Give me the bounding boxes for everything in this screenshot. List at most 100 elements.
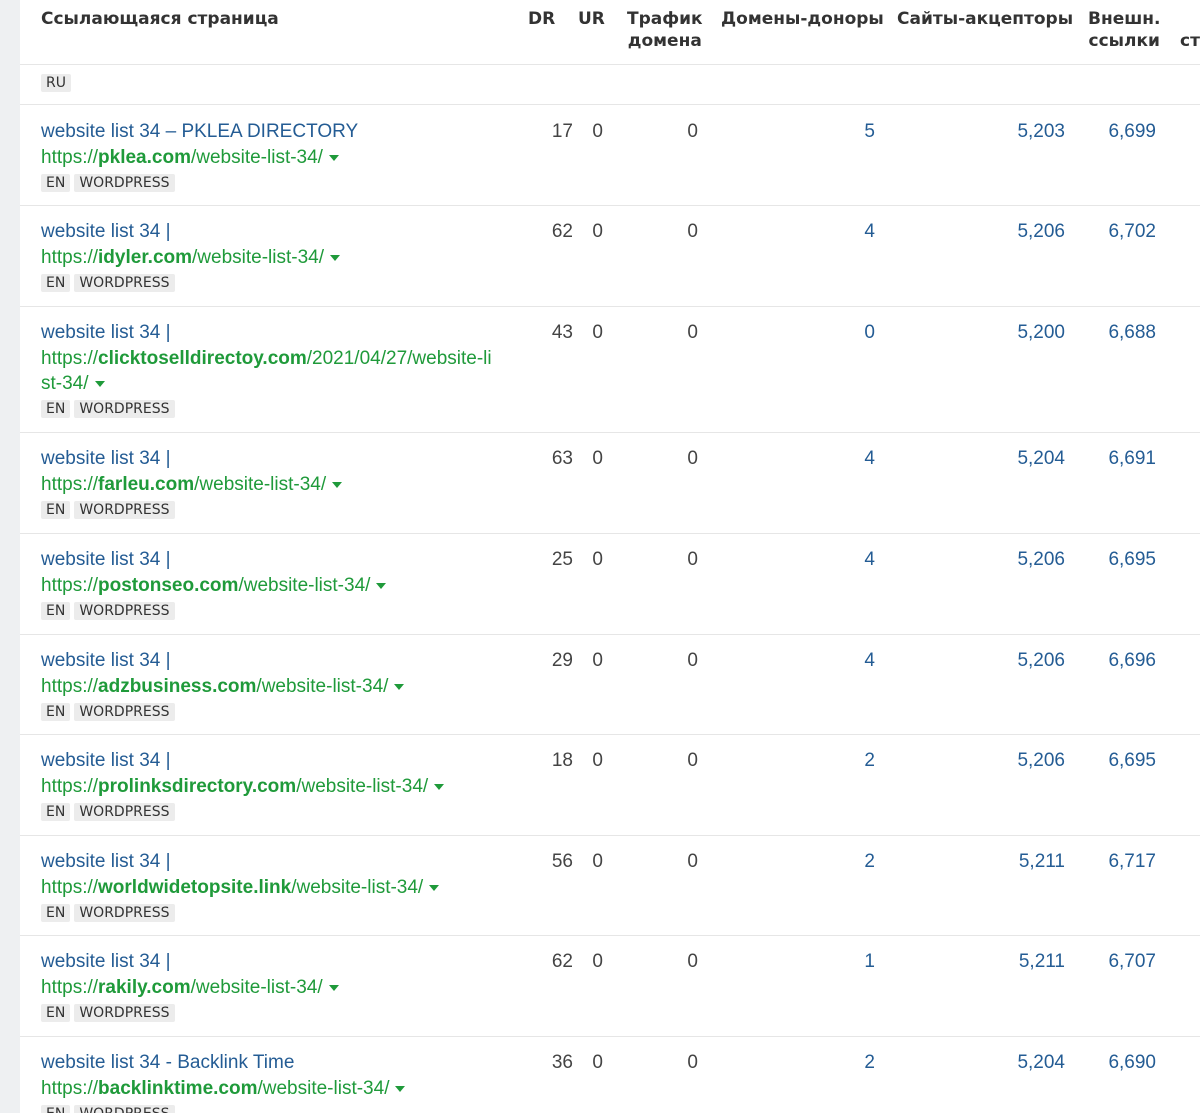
linked-domains-value[interactable]: 5,200: [980, 320, 1065, 346]
linked-domains-value[interactable]: 5,206: [980, 219, 1065, 245]
table-row: website list 34 | https://adzbusiness.com…: [20, 634, 1200, 735]
linked-domains-value[interactable]: 5,204: [980, 1050, 1065, 1076]
header-referring-page[interactable]: Ссылающаяся страница: [41, 8, 279, 30]
page-tags: ENWORDPRESS: [41, 703, 501, 721]
page-title-link[interactable]: website list 34 |: [41, 446, 501, 472]
external-links-value[interactable]: 6,691: [1080, 446, 1156, 472]
page-tags: ENWORDPRESS: [41, 602, 501, 620]
language-tag: EN: [41, 803, 71, 821]
traffic-value: 0: [687, 650, 698, 671]
page-tags: ENWORDPRESS: [41, 904, 501, 922]
page-title-link[interactable]: website list 34 |: [41, 748, 501, 774]
page-title-link[interactable]: website list 34 – PKLEA DIRECTORY: [41, 119, 501, 145]
table-row: website list 34 | https://idyler.com/webs…: [20, 205, 1200, 307]
referring-page-cell: website list 34 | https://rakily.com/webs…: [41, 949, 501, 1022]
linked-domains-value[interactable]: 5,206: [980, 748, 1065, 774]
linked-domains-value[interactable]: 5,211: [980, 949, 1065, 975]
url-domain: adzbusiness.com: [98, 676, 257, 697]
url-domain: prolinksdirectory.com: [98, 776, 297, 797]
linked-domains-value[interactable]: 5,211: [980, 849, 1065, 875]
table-header: Ссылающаяся страница DR UR Трафик домена…: [20, 0, 1200, 65]
url-dropdown-caret-icon[interactable]: [328, 154, 339, 161]
platform-tag: WORDPRESS: [74, 501, 175, 519]
header-linked-domains[interactable]: Сайты-акцепторы: [897, 8, 1073, 30]
page-title-link[interactable]: website list 34 - Backlink Time: [41, 1050, 501, 1076]
header-external-links[interactable]: Внешн. ссылки: [1088, 8, 1161, 52]
external-links-value[interactable]: 6,699: [1080, 119, 1156, 145]
traffic-value: 0: [687, 951, 698, 972]
language-tag: EN: [41, 602, 71, 620]
url-dropdown-caret-icon[interactable]: [429, 884, 440, 891]
external-links-value[interactable]: 6,690: [1080, 1050, 1156, 1076]
traffic-value: 0: [687, 1052, 698, 1073]
url-dropdown-caret-icon[interactable]: [376, 582, 387, 589]
referring-domains-value[interactable]: 4: [810, 219, 875, 245]
referring-domains-value[interactable]: 4: [810, 547, 875, 573]
page-tags: ENWORDPRESS: [41, 400, 501, 418]
url-dropdown-caret-icon[interactable]: [94, 380, 105, 387]
table-row: website list 34 | https://prolinksdirecto…: [20, 734, 1200, 836]
table-row: website list 34 - Backlink Time https://b…: [20, 1036, 1200, 1113]
url-prefix: https://: [41, 247, 99, 268]
linked-domains-value[interactable]: 5,206: [980, 547, 1065, 573]
page-url[interactable]: https://adzbusiness.com/website-list-34/: [41, 674, 501, 699]
url-dropdown-caret-icon[interactable]: [434, 783, 445, 790]
referring-domains-value[interactable]: 2: [810, 849, 875, 875]
referring-domains-value[interactable]: 5: [810, 119, 875, 145]
page-url[interactable]: https://farleu.com/website-list-34/: [41, 472, 501, 497]
traffic-value: 0: [687, 121, 698, 142]
page-url[interactable]: https://idyler.com/website-list-34/: [41, 245, 501, 270]
traffic-value: 0: [687, 322, 698, 343]
page-url[interactable]: https://backlinktime.com/website-list-34…: [41, 1076, 501, 1101]
platform-tag: WORDPRESS: [74, 703, 175, 721]
page-title-link[interactable]: website list 34 |: [41, 547, 501, 573]
referring-domains-value[interactable]: 2: [810, 1050, 875, 1076]
header-domain-traffic[interactable]: Трафик домена: [627, 8, 703, 52]
external-links-value[interactable]: 6,702: [1080, 219, 1156, 245]
page-url[interactable]: https://rakily.com/website-list-34/: [41, 975, 501, 1000]
external-links-value[interactable]: 6,707: [1080, 949, 1156, 975]
linked-domains-value[interactable]: 5,203: [980, 119, 1065, 145]
page-url[interactable]: https://worldwidetopsite.link/website-li…: [41, 875, 501, 900]
linked-domains-value[interactable]: 5,204: [980, 446, 1065, 472]
language-tag: EN: [41, 501, 71, 519]
url-dropdown-caret-icon[interactable]: [330, 254, 341, 261]
url-dropdown-caret-icon[interactable]: [328, 984, 339, 991]
page-url[interactable]: https://clicktoselldirectoy.com/2021/04/…: [41, 346, 501, 396]
ur-value: 0: [592, 650, 603, 671]
url-domain: backlinktime.com: [98, 1078, 258, 1099]
header-ur[interactable]: UR: [578, 8, 605, 30]
external-links-value[interactable]: 6,688: [1080, 320, 1156, 346]
url-prefix: https://: [41, 877, 99, 898]
referring-domains-value[interactable]: 1: [810, 949, 875, 975]
url-dropdown-caret-icon[interactable]: [395, 1085, 406, 1092]
url-dropdown-caret-icon[interactable]: [332, 481, 343, 488]
url-domain: pklea.com: [98, 147, 191, 168]
page-url[interactable]: https://pklea.com/website-list-34/: [41, 145, 501, 170]
header-cut-column[interactable]: ст: [1180, 8, 1200, 52]
header-dr[interactable]: DR: [528, 8, 555, 30]
url-dropdown-caret-icon[interactable]: [394, 683, 405, 690]
page-title-link[interactable]: website list 34 |: [41, 648, 501, 674]
external-links-value[interactable]: 6,695: [1080, 748, 1156, 774]
external-links-value[interactable]: 6,695: [1080, 547, 1156, 573]
page-title-link[interactable]: website list 34 |: [41, 949, 501, 975]
page-title-link[interactable]: website list 34 |: [41, 320, 501, 346]
ur-value: 0: [592, 1052, 603, 1073]
external-links-value[interactable]: 6,717: [1080, 849, 1156, 875]
referring-domains-value[interactable]: 4: [810, 446, 875, 472]
page-url[interactable]: https://prolinksdirectory.com/website-li…: [41, 774, 501, 799]
linked-domains-value[interactable]: 5,206: [980, 648, 1065, 674]
ur-value: 0: [592, 851, 603, 872]
page-title-link[interactable]: website list 34 |: [41, 849, 501, 875]
referring-domains-value[interactable]: 4: [810, 648, 875, 674]
page-title-link[interactable]: website list 34 |: [41, 219, 501, 245]
page-url[interactable]: https://postonseo.com/website-list-34/: [41, 573, 501, 598]
external-links-value[interactable]: 6,696: [1080, 648, 1156, 674]
header-referring-domains[interactable]: Домены-доноры: [721, 8, 884, 30]
referring-domains-value[interactable]: 0: [810, 320, 875, 346]
dr-value: 36: [551, 1052, 573, 1073]
platform-tag: WORDPRESS: [74, 803, 175, 821]
ur-value: 0: [592, 549, 603, 570]
referring-domains-value[interactable]: 2: [810, 748, 875, 774]
